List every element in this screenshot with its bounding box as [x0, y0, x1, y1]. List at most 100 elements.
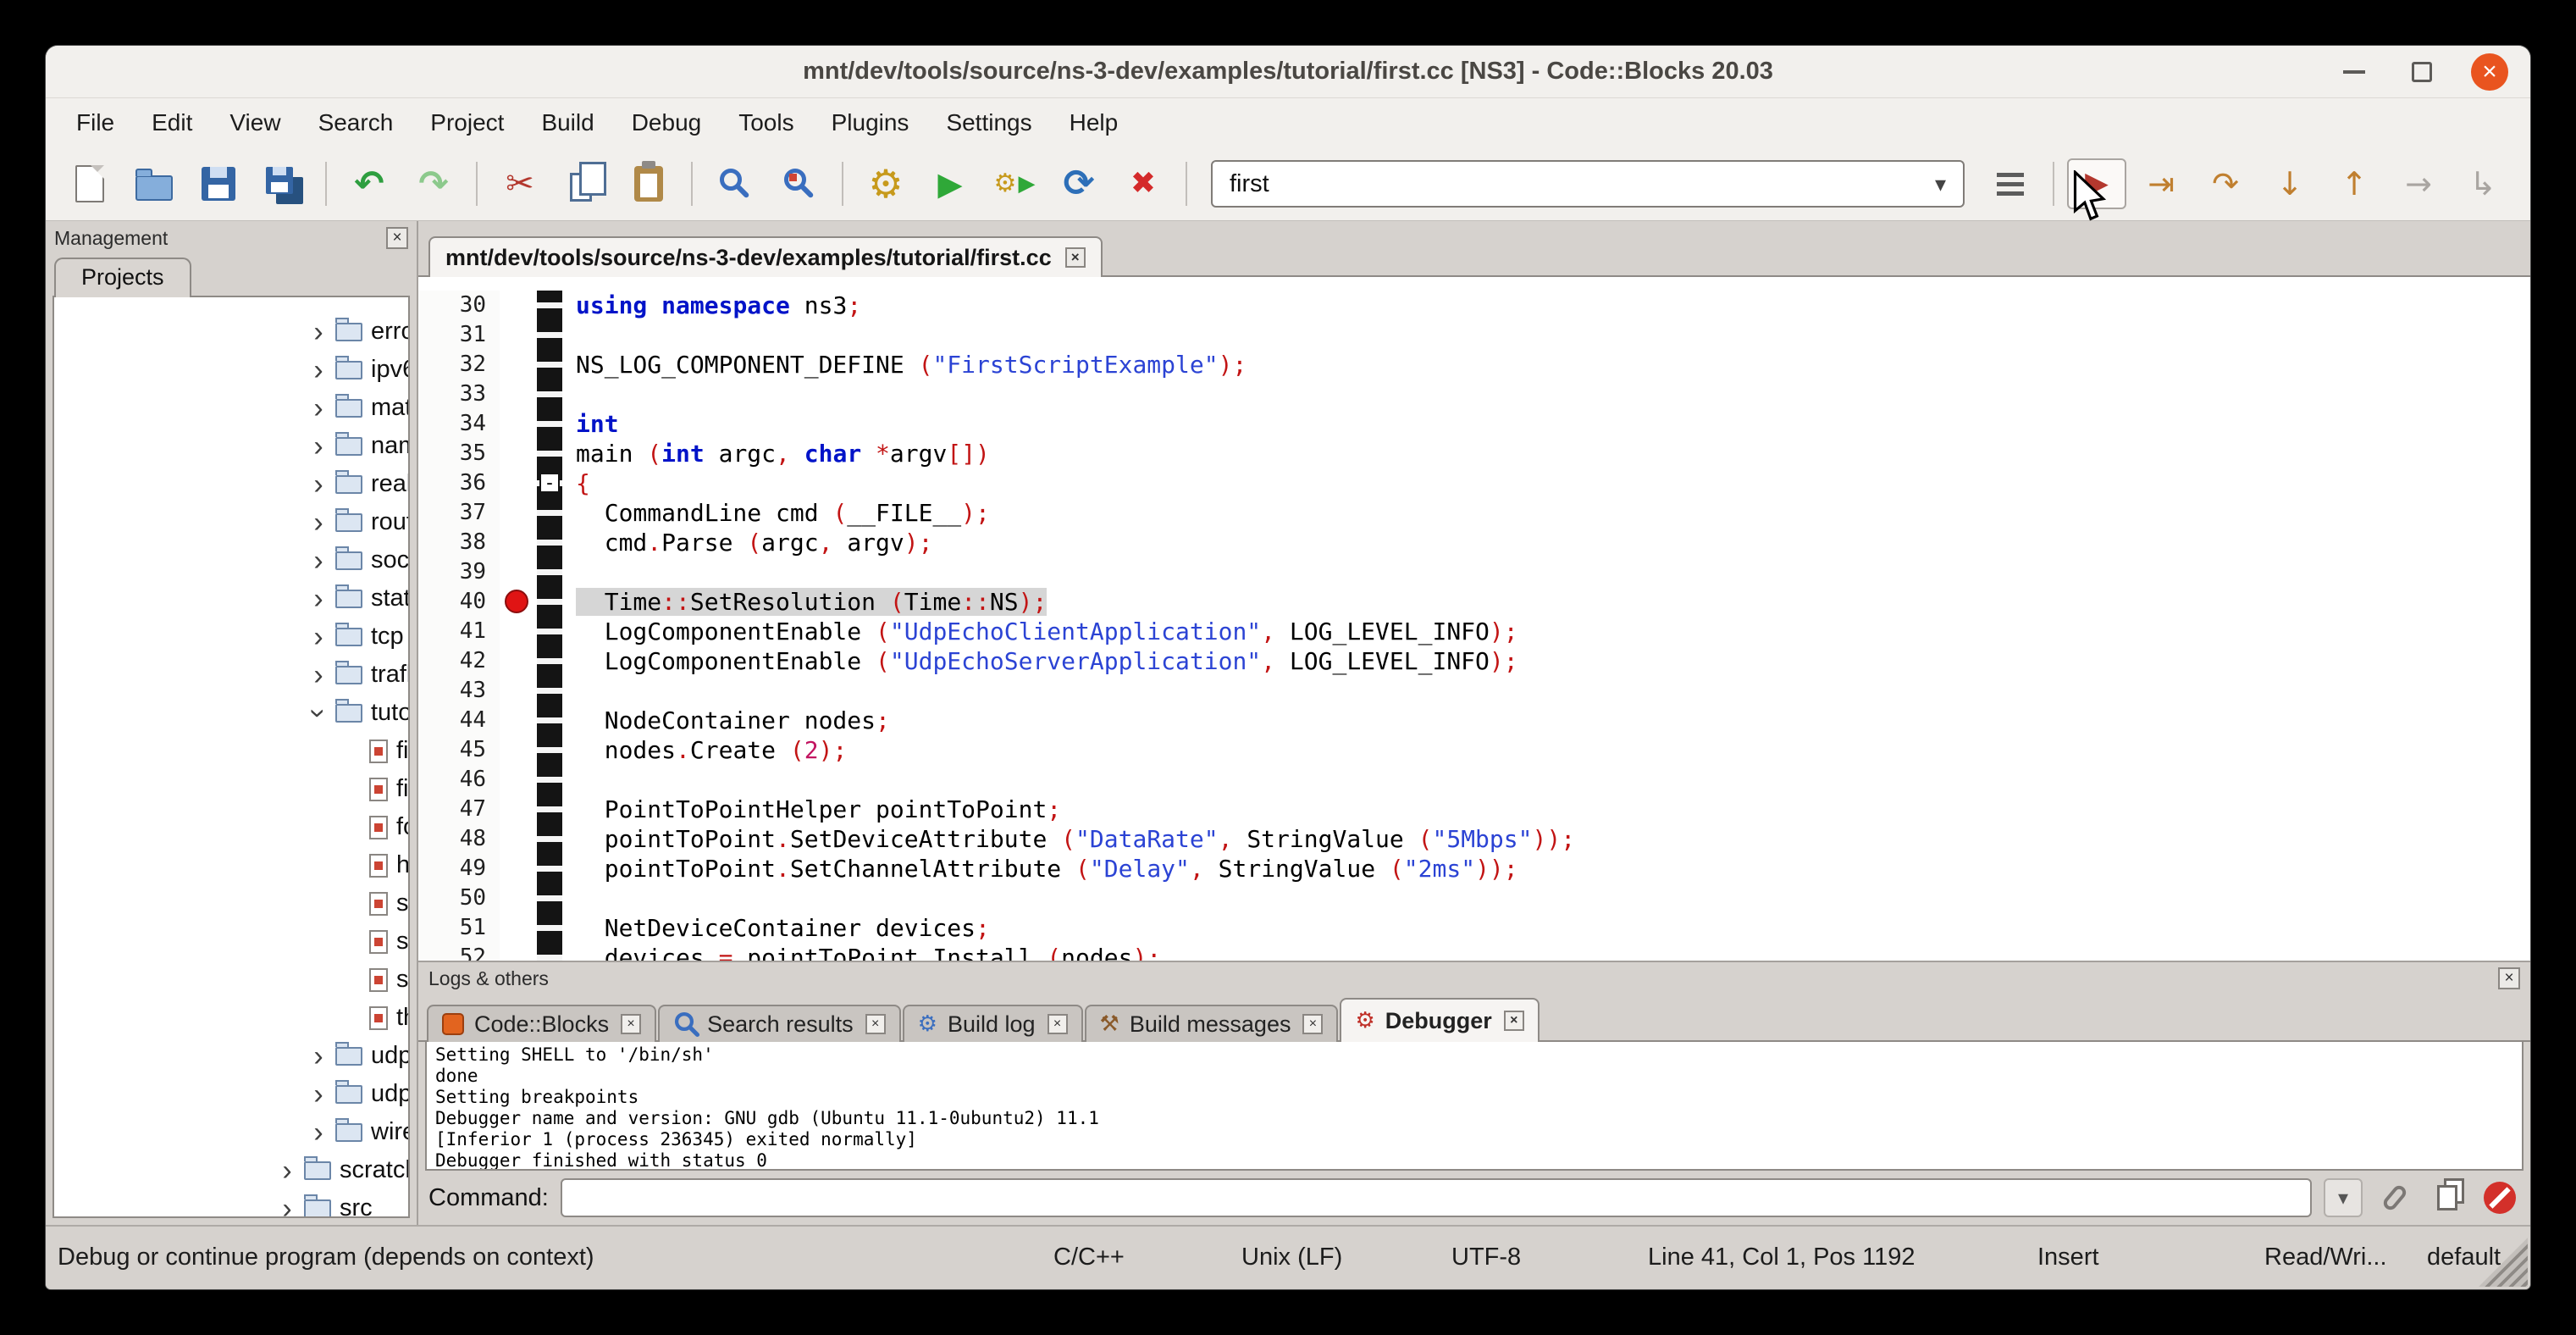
logs-close-button[interactable]: ×	[2498, 967, 2520, 989]
logs-tab-debugger[interactable]: ⚙Debugger×	[1340, 998, 1539, 1042]
rebuild-button[interactable]: ⟳	[1049, 158, 1108, 209]
close-icon[interactable]: ×	[865, 1014, 886, 1034]
editor-line[interactable]: 51 NetDeviceContainer devices;	[418, 913, 2530, 943]
fold-margin[interactable]	[537, 943, 562, 961]
breakpoint-margin[interactable]	[500, 587, 537, 617]
tree-item-udp-[interactable]: ›udp-	[54, 1075, 408, 1113]
run-to-cursor-button[interactable]: ⇥	[2131, 158, 2191, 209]
copy-log-button[interactable]	[2427, 1177, 2468, 1218]
build-button[interactable]: ⚙	[856, 158, 915, 209]
abort-button[interactable]: ✖	[1114, 158, 1173, 209]
editor-line[interactable]: 47 PointToPointHelper pointToPoint;	[418, 795, 2530, 824]
chevron-right-icon[interactable]: ›	[270, 1194, 304, 1219]
fold-margin[interactable]	[537, 557, 562, 587]
save-button[interactable]	[189, 158, 248, 209]
minimize-button[interactable]	[2336, 53, 2373, 91]
build-and-run-button[interactable]: ⚙▶	[985, 158, 1044, 209]
fold-margin[interactable]	[537, 528, 562, 557]
close-icon[interactable]: ×	[1048, 1014, 1068, 1034]
step-out-button[interactable]: ↑	[2324, 158, 2384, 209]
logs-tab-search-results[interactable]: Search results×	[658, 1005, 901, 1042]
editor-line[interactable]: 31	[418, 320, 2530, 350]
breakpoint-margin[interactable]	[500, 735, 537, 765]
fold-margin[interactable]	[537, 291, 562, 320]
breakpoint-margin[interactable]	[500, 320, 537, 350]
menu-item-view[interactable]: View	[211, 98, 299, 147]
fold-margin[interactable]	[537, 379, 562, 409]
fold-margin[interactable]	[537, 676, 562, 706]
editor-line[interactable]: 33	[418, 379, 2530, 409]
chevron-right-icon[interactable]: ›	[270, 1156, 304, 1185]
breakpoint-margin[interactable]	[500, 913, 537, 943]
chevron-down-icon[interactable]: ▾	[1935, 171, 1946, 197]
menu-item-plugins[interactable]: Plugins	[813, 98, 928, 147]
menu-item-tools[interactable]: Tools	[720, 98, 812, 147]
fold-margin[interactable]	[537, 884, 562, 913]
editor-line[interactable]: 38 cmd.Parse (argc, argv);	[418, 528, 2530, 557]
menu-item-debug[interactable]: Debug	[613, 98, 721, 147]
editor-line[interactable]: 50	[418, 884, 2530, 913]
logs-tab-build-messages[interactable]: ⚒Build messages×	[1085, 1005, 1339, 1042]
logs-tab-build-log[interactable]: ⚙Build log×	[903, 1005, 1083, 1042]
find-button[interactable]	[705, 158, 765, 209]
undo-button[interactable]: ↶	[340, 158, 399, 209]
tree-item-tuto[interactable]: ›tuto	[54, 694, 408, 732]
chevron-down-icon[interactable]: ›	[304, 696, 333, 730]
tree-item-scratch[interactable]: ›scratch	[54, 1151, 408, 1189]
tree-item-wire[interactable]: ›wire	[54, 1113, 408, 1151]
editor-tab-first-cc[interactable]: mnt/dev/tools/source/ns-3-dev/examples/t…	[428, 236, 1103, 277]
editor-line[interactable]: 32NS_LOG_COMPONENT_DEFINE ("FirstScriptE…	[418, 350, 2530, 379]
breakpoint-margin[interactable]	[500, 409, 537, 439]
step-into-button[interactable]: ↓	[2260, 158, 2319, 209]
fold-margin[interactable]	[537, 439, 562, 468]
breakpoint-margin[interactable]	[500, 706, 537, 735]
close-icon[interactable]: ×	[1302, 1014, 1323, 1034]
editor-line[interactable]: 49 pointToPoint.SetChannelAttribute ("De…	[418, 854, 2530, 884]
chevron-right-icon[interactable]: ›	[301, 1042, 335, 1071]
menu-item-build[interactable]: Build	[522, 98, 612, 147]
editor-line[interactable]: 30using namespace ns3;	[418, 291, 2530, 320]
tree-item-se[interactable]: se	[54, 922, 408, 961]
stop-debugger-button[interactable]	[2479, 1177, 2520, 1218]
editor-line[interactable]: 41 LogComponentEnable ("UdpEchoClientApp…	[418, 617, 2530, 646]
replace-button[interactable]	[770, 158, 829, 209]
editor-line[interactable]: 35main (int argc, char *argv[])	[418, 439, 2530, 468]
fold-margin[interactable]	[537, 617, 562, 646]
tree-item-udp[interactable]: ›udp	[54, 1037, 408, 1075]
management-close-button[interactable]: ×	[386, 227, 408, 249]
fold-margin[interactable]	[537, 795, 562, 824]
chevron-right-icon[interactable]: ›	[301, 318, 335, 346]
tree-item-six[interactable]: six	[54, 961, 408, 999]
editor-line[interactable]: 46	[418, 765, 2530, 795]
editor-line[interactable]: 45 nodes.Create (2);	[418, 735, 2530, 765]
fold-margin[interactable]	[537, 498, 562, 528]
close-icon[interactable]: ×	[1504, 1011, 1524, 1031]
chevron-right-icon[interactable]: ›	[301, 546, 335, 575]
breakpoint-margin[interactable]	[500, 854, 537, 884]
title-bar[interactable]: mnt/dev/tools/source/ns-3-dev/examples/t…	[46, 46, 2530, 98]
menu-item-help[interactable]: Help	[1051, 98, 1137, 147]
breakpoint-margin[interactable]	[500, 498, 537, 528]
debug-continue-button[interactable]: ▶	[2067, 158, 2126, 209]
paste-button[interactable]	[619, 158, 678, 209]
menu-item-file[interactable]: File	[58, 98, 133, 147]
menu-item-edit[interactable]: Edit	[133, 98, 211, 147]
breakpoint-margin[interactable]	[500, 291, 537, 320]
editor-line[interactable]: 52 devices = pointToPoint.Install (nodes…	[418, 943, 2530, 961]
tree-item-stat[interactable]: ›stat	[54, 579, 408, 618]
breakpoint-margin[interactable]	[500, 557, 537, 587]
redo-button[interactable]: ↷	[404, 158, 463, 209]
fold-margin[interactable]	[537, 735, 562, 765]
maximize-button[interactable]	[2403, 53, 2441, 91]
editor-line[interactable]: 44 NodeContainer nodes;	[418, 706, 2530, 735]
next-line-button[interactable]: ↷	[2196, 158, 2255, 209]
next-instruction-button[interactable]: →	[2389, 158, 2448, 209]
chevron-right-icon[interactable]: ›	[301, 356, 335, 385]
toolbar-overflow-button[interactable]: ▾	[2518, 158, 2530, 209]
fold-margin[interactable]	[537, 350, 562, 379]
editor-line[interactable]: 43	[418, 676, 2530, 706]
breakpoint-margin[interactable]	[500, 617, 537, 646]
tree-item-th[interactable]: th	[54, 999, 408, 1037]
chevron-right-icon[interactable]: ›	[301, 623, 335, 651]
logs-tab-code-blocks[interactable]: Code::Blocks×	[427, 1005, 656, 1042]
